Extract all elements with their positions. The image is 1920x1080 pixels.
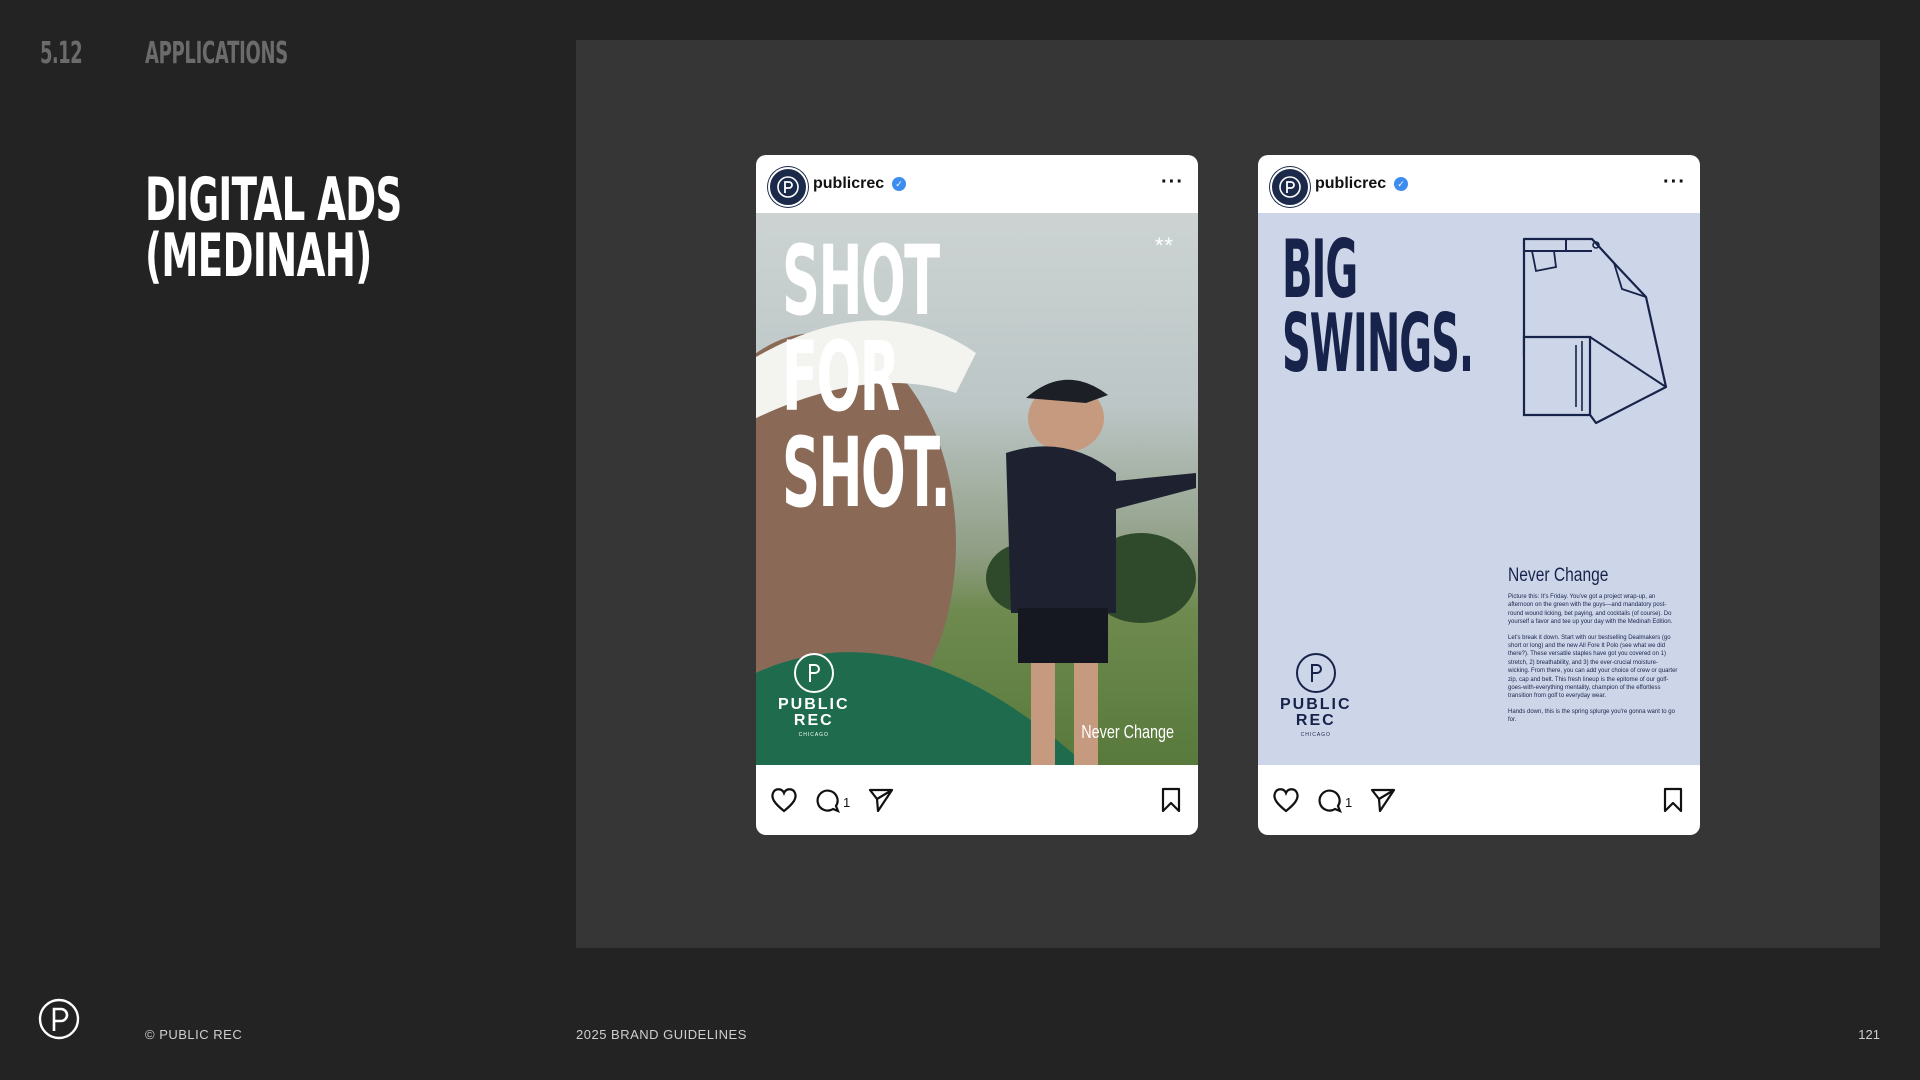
logo-line: PUBLIC <box>778 696 850 713</box>
comment-count: 1 <box>843 795 851 810</box>
public-rec-p-icon <box>1279 176 1301 198</box>
stars-mark: ** <box>1154 233 1174 258</box>
instagram-post-big-swings: publicrec ✓ ··· BIG SWINGS. PUBLIC REC C… <box>1258 155 1700 835</box>
headline-line: SHOT <box>782 225 940 337</box>
post-actions: 1 <box>1258 765 1700 835</box>
account-handle[interactable]: publicrec <box>1315 175 1386 193</box>
logo-word: PUBLIC REC <box>1280 697 1352 729</box>
logo-subtext: CHICAGO <box>798 732 829 738</box>
post-image[interactable]: SHOT FOR SHOT. ** PUBLIC REC CHICAGO Nev… <box>756 213 1198 765</box>
body-copy: Picture this: It's Friday. You've got a … <box>1508 593 1678 732</box>
pants-illustration-icon <box>1522 237 1668 425</box>
footer-doc-title: 2025 BRAND GUIDELINES <box>576 1027 747 1042</box>
public-rec-p-icon <box>777 176 799 198</box>
page-title: DIGITAL ADS (MEDINAH) <box>145 165 402 291</box>
share-send-icon[interactable] <box>1370 787 1396 813</box>
public-rec-logo: PUBLIC REC CHICAGO <box>778 653 850 738</box>
body-paragraph: Picture this: It's Friday. You've got a … <box>1508 594 1673 626</box>
avatar[interactable] <box>1270 167 1310 207</box>
logo-line: PUBLIC <box>1280 696 1352 713</box>
comment-icon[interactable] <box>814 787 840 813</box>
page-title-line1: DIGITAL ADS <box>145 165 402 235</box>
headline: SHOT FOR SHOT. <box>782 225 951 529</box>
tagline: Never Change <box>1508 565 1609 586</box>
logo-line: REC <box>1295 712 1336 729</box>
account-handle[interactable]: publicrec <box>813 175 884 193</box>
verified-badge-icon: ✓ <box>892 177 906 191</box>
avatar[interactable] <box>768 167 808 207</box>
page-number: 121 <box>1858 1027 1880 1042</box>
like-heart-icon[interactable] <box>1272 787 1300 813</box>
save-bookmark-icon[interactable] <box>1662 787 1684 813</box>
like-heart-icon[interactable] <box>770 787 798 813</box>
instagram-post-shot-for-shot: publicrec ✓ ··· SHOT FOR SHOT. ** PUBLIC… <box>756 155 1198 835</box>
comment-icon[interactable] <box>1316 787 1342 813</box>
public-rec-footer-logo-icon <box>38 998 80 1040</box>
body-paragraph: Let's break it down. Start with our best… <box>1508 634 1678 700</box>
headline-line: FOR <box>782 321 900 433</box>
post-header: publicrec ✓ ··· <box>756 155 1198 213</box>
logo-word: PUBLIC REC <box>778 697 850 729</box>
save-bookmark-icon[interactable] <box>1160 787 1182 813</box>
p-logo-icon <box>793 653 834 693</box>
section-name: APPLICATIONS <box>145 36 288 71</box>
public-rec-logo: PUBLIC REC CHICAGO <box>1280 653 1352 738</box>
section-number: 5.12 <box>40 36 83 71</box>
comment-count: 1 <box>1345 795 1353 810</box>
post-header: publicrec ✓ ··· <box>1258 155 1700 213</box>
headline: BIG SWINGS. <box>1282 223 1474 390</box>
p-logo-icon <box>1295 653 1336 693</box>
share-send-icon[interactable] <box>868 787 894 813</box>
post-actions: 1 <box>756 765 1198 835</box>
verified-badge-icon: ✓ <box>1394 177 1408 191</box>
post-image[interactable]: BIG SWINGS. PUBLIC REC CHICAGO Never Cha… <box>1258 213 1700 765</box>
headline-line: BIG <box>1282 223 1358 316</box>
footer-copyright: © PUBLIC REC <box>145 1027 243 1042</box>
more-options-icon[interactable]: ··· <box>1663 171 1686 194</box>
logo-line: REC <box>793 712 834 729</box>
headline-line: SHOT. <box>782 417 951 529</box>
body-paragraph: Hands down, this is the spring splurge y… <box>1508 708 1675 724</box>
logo-subtext: CHICAGO <box>1300 732 1331 738</box>
tagline: Never Change <box>1081 722 1174 742</box>
headline-line: SWINGS. <box>1282 297 1474 390</box>
page-title-line2: (MEDINAH) <box>145 221 372 291</box>
more-options-icon[interactable]: ··· <box>1161 171 1184 194</box>
